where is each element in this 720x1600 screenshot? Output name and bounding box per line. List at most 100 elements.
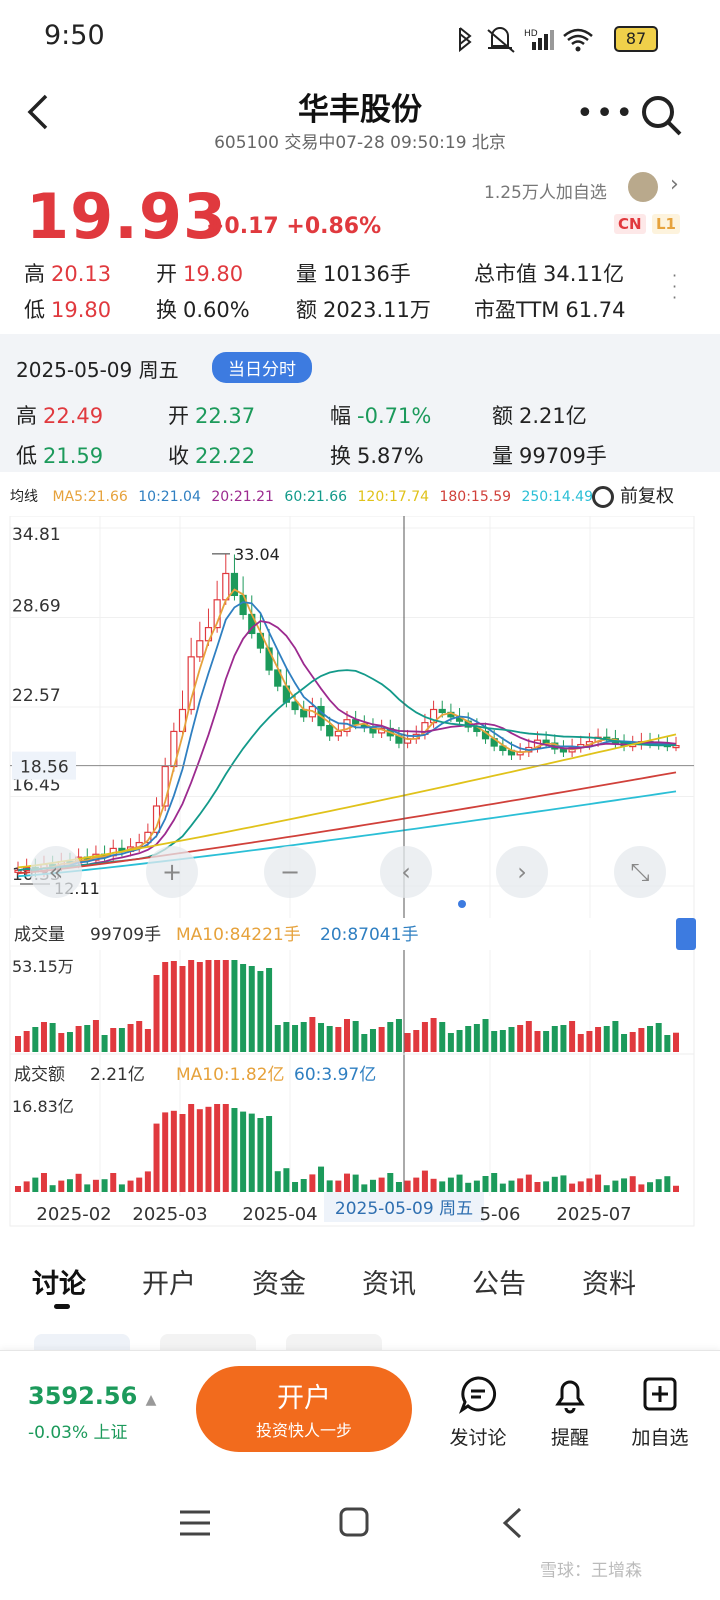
amount-bar [75, 1173, 82, 1192]
tab-news[interactable]: 资讯 [362, 1262, 416, 1301]
discuss-button[interactable]: 发讨论 [438, 1374, 518, 1450]
volume-bar [482, 1019, 489, 1052]
ma-item: 120:17.74 [357, 489, 430, 505]
menu-icon[interactable] [178, 1508, 212, 1538]
zoom-control-icon: − [280, 858, 300, 886]
volume-bar [240, 964, 247, 1052]
volume-bar [300, 1022, 307, 1052]
amount-bar [205, 1106, 212, 1192]
volume-bar [110, 1028, 117, 1052]
x-tick-label: 2025-04 [242, 1204, 317, 1225]
candle [438, 708, 446, 714]
tab-profile[interactable]: 资料 [582, 1262, 636, 1301]
zoom-control-icon: ⤡ [630, 858, 649, 886]
volume-bar [326, 1026, 333, 1052]
volume-max-label: 53.15万 [12, 957, 74, 976]
tab-funds[interactable]: 资金 [252, 1262, 306, 1301]
index-value[interactable]: 3592.56 ▲ [28, 1382, 156, 1410]
back-nav-icon[interactable] [500, 1506, 524, 1540]
amount-bar [352, 1174, 359, 1192]
day-high: 高 22.49 [16, 404, 104, 428]
volume-bar [387, 1022, 394, 1052]
search-icon[interactable] [640, 94, 684, 138]
tab-discuss[interactable]: 讨论 [32, 1262, 86, 1301]
volume-bar [621, 1034, 628, 1052]
amount-bar [387, 1173, 394, 1192]
amount-ma10: MA10:1.82亿 [176, 1065, 285, 1085]
amount-bar [283, 1168, 290, 1192]
volume-bar [439, 1022, 446, 1052]
volume-bar [629, 1032, 636, 1052]
amount-bar [595, 1174, 602, 1192]
cn-badge: CN [614, 214, 646, 234]
volume-bar [421, 1022, 428, 1052]
amount-bar [257, 1118, 264, 1192]
amount-bar [66, 1179, 73, 1192]
volume-bar [274, 1025, 281, 1052]
amount-bar [179, 1114, 186, 1192]
signal-icon [550, 30, 554, 50]
amount-bar [101, 1179, 108, 1192]
home-icon[interactable] [338, 1506, 370, 1538]
open-account-button[interactable]: 开户 投资快人一步 [196, 1366, 412, 1452]
volume-bar [344, 1019, 350, 1052]
remind-button[interactable]: 提醒 [530, 1374, 610, 1450]
ma-item: MA5:21.66 [52, 489, 128, 505]
amount-bar [266, 1116, 273, 1192]
tab-announcements[interactable]: 公告 [472, 1262, 526, 1301]
amount-bar [551, 1176, 558, 1192]
volume-bar [603, 1026, 610, 1052]
chip[interactable] [34, 1334, 130, 1350]
chevron-right-icon[interactable]: › [670, 172, 679, 197]
volume-bar [23, 1031, 30, 1052]
ma-item: 180:15.59 [439, 489, 512, 505]
chip[interactable] [160, 1334, 256, 1350]
candle [542, 739, 550, 744]
followers-count[interactable]: 1.25万人加自选 [484, 178, 607, 203]
volume-bar [673, 1032, 679, 1052]
amount-bar [335, 1180, 342, 1192]
volume-bar [179, 966, 186, 1052]
battery-icon: 87 [614, 26, 658, 52]
intraday-button[interactable]: 当日分时 [212, 352, 312, 383]
avatar [628, 172, 658, 202]
chip[interactable] [286, 1334, 382, 1350]
volume-bar [491, 1031, 498, 1052]
amount-bar [664, 1176, 671, 1192]
volume-ma20: 20:87041手 [320, 925, 418, 945]
volume-bar [335, 1027, 342, 1052]
amount-ma60: 60:3.97亿 [294, 1065, 376, 1085]
more-icon[interactable]: ••• [576, 96, 635, 131]
amount-bar [153, 1123, 160, 1192]
price-chart[interactable]: 34.8128.6922.5716.4510.3318.5633.0412.11… [0, 516, 720, 1230]
volume-bar [283, 1022, 290, 1052]
amount-bar [110, 1173, 117, 1192]
candle [196, 640, 204, 658]
day-turnover: 换 5.87% [330, 444, 424, 468]
tab-open-account[interactable]: 开户 [142, 1262, 196, 1301]
status-time: 9:50 [44, 20, 105, 51]
amount-bar [430, 1178, 437, 1192]
adjust-button[interactable]: 前复权 [592, 482, 674, 508]
add-watchlist-button[interactable]: 加自选 [620, 1374, 700, 1450]
day-low: 低 21.59 [16, 444, 104, 468]
x-tick-label: 2025-07 [556, 1204, 631, 1225]
volume-bar [266, 968, 273, 1052]
volume-bar [395, 1019, 402, 1052]
day-volume: 量 99709手 [492, 444, 607, 468]
change-pct: +0.86% [286, 214, 382, 239]
add-label: 加自选 [631, 1427, 689, 1449]
amount-bar [127, 1180, 134, 1192]
amount-bar [603, 1185, 610, 1192]
candle [222, 572, 230, 601]
zoom-control-icon: ‹ [401, 858, 411, 886]
amount-bar [170, 1110, 177, 1192]
panel-toggle-icon [676, 918, 696, 950]
change-value: +0.17 [206, 214, 279, 239]
amount-bar [162, 1112, 169, 1192]
amount-bar [274, 1171, 281, 1192]
expand-dots-icon[interactable]: · · · [672, 268, 677, 306]
ma-item: 10:21.04 [138, 489, 201, 505]
max-marker: 33.04 [234, 545, 280, 564]
amount-bar [525, 1174, 532, 1192]
